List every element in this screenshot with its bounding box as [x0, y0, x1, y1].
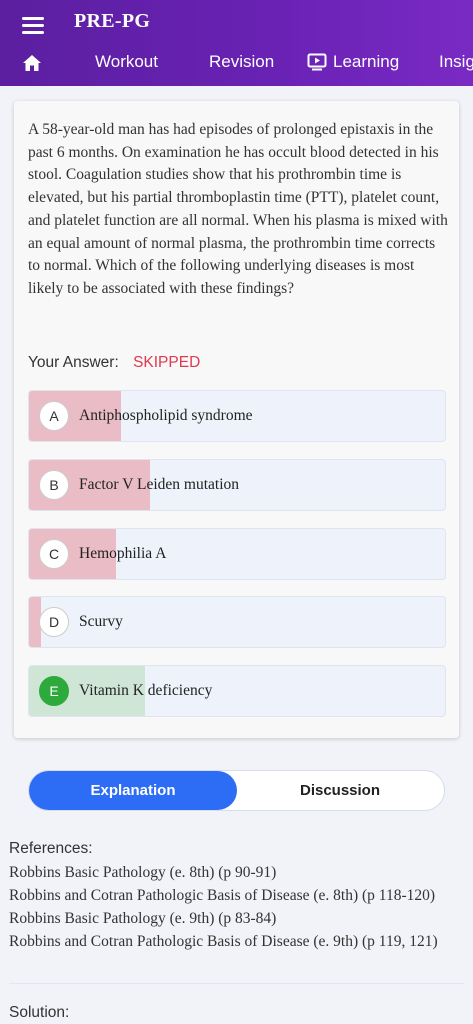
solution-heading: Solution: — [9, 1004, 70, 1021]
reference-item: Robbins Basic Pathology (e. 8th) (p 90-9… — [9, 864, 277, 881]
explanation-tab-button[interactable]: Explanation — [29, 771, 237, 810]
option-a-text: Antiphospholipid syndrome — [79, 407, 253, 424]
home-icon — [23, 55, 41, 71]
app-title: PRE-PG — [74, 10, 151, 32]
tab-workout[interactable]: Workout — [95, 52, 158, 72]
your-answer-label: Your Answer: — [28, 354, 119, 371]
option-b-text: Factor V Leiden mutation — [79, 476, 239, 493]
option-d-text: Scurvy — [79, 613, 123, 630]
option-e-letter: E — [39, 676, 69, 706]
app-header: PRE-PG Workout Revision Learning Insig — [0, 0, 473, 86]
option-c[interactable]: C Hemophilia A — [28, 528, 446, 580]
option-d-letter: D — [39, 607, 69, 637]
tab-home[interactable] — [22, 54, 42, 72]
tab-insights-label: Insig — [439, 52, 473, 71]
answer-status-badge: SKIPPED — [133, 354, 201, 371]
option-a[interactable]: A Antiphospholipid syndrome — [28, 390, 446, 442]
hamburger-menu-icon[interactable] — [22, 14, 46, 34]
tab-insights[interactable]: Insig — [439, 52, 473, 72]
option-c-text: Hemophilia A — [79, 545, 167, 562]
option-e[interactable]: E Vitamin K deficiency — [28, 665, 446, 717]
references-heading: References: — [9, 840, 93, 857]
section-divider — [9, 983, 464, 984]
reference-item: Robbins Basic Pathology (e. 9th) (p 83-8… — [9, 910, 277, 927]
tab-workout-label: Workout — [95, 52, 158, 71]
reference-item: Robbins and Cotran Pathologic Basis of D… — [9, 887, 436, 904]
option-e-text: Vitamin K deficiency — [79, 682, 213, 699]
explanation-discussion-toggle: Explanation Discussion — [28, 770, 445, 811]
references-section: References: Robbins Basic Pathology (e. … — [9, 840, 464, 953]
discussion-tab-button[interactable]: Discussion — [236, 771, 444, 810]
reference-item: Robbins and Cotran Pathologic Basis of D… — [9, 933, 438, 950]
option-c-letter: C — [39, 539, 69, 569]
tab-revision[interactable]: Revision — [209, 52, 274, 72]
tab-learning[interactable]: Learning — [307, 52, 399, 72]
option-b[interactable]: B Factor V Leiden mutation — [28, 459, 446, 511]
nav-tabs: Workout Revision Learning Insig — [0, 44, 473, 84]
tab-learning-label: Learning — [333, 52, 400, 71]
question-card: A 58-year-old man has had episodes of pr… — [14, 101, 459, 738]
option-a-letter: A — [39, 401, 69, 431]
tv-play-icon — [307, 53, 327, 71]
your-answer-row: Your Answer: SKIPPED — [28, 354, 200, 372]
tab-revision-label: Revision — [209, 52, 275, 71]
option-d[interactable]: D Scurvy — [28, 596, 446, 648]
option-b-letter: B — [39, 470, 69, 500]
question-stem: A 58-year-old man has had episodes of pr… — [28, 121, 448, 297]
